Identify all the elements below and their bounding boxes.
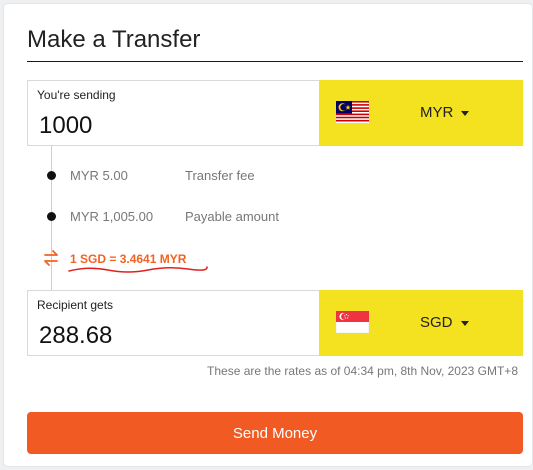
receive-caret-down-icon	[461, 321, 469, 326]
singapore-flag-icon	[336, 311, 369, 333]
send-currency-selector[interactable]: MYR	[319, 80, 523, 146]
page-title: Make a Transfer	[27, 26, 201, 53]
receive-currency-code: SGD	[420, 314, 453, 331]
payable-dot-icon	[47, 212, 56, 221]
payable-amount: MYR 1,005.00	[70, 209, 154, 224]
send-amount-input[interactable]: 1000	[39, 112, 92, 140]
send-currency-code: MYR	[420, 104, 454, 121]
rates-timestamp-note: These are the rates as of 04:34 pm, 8th …	[207, 364, 518, 378]
receive-currency-selector[interactable]: SGD	[319, 290, 523, 356]
malaysia-flag-icon	[336, 101, 369, 123]
exchange-arrows-icon	[44, 250, 58, 266]
fee-dot-icon	[47, 171, 56, 180]
receive-amount-input[interactable]: 288.68	[39, 322, 112, 350]
fee-label: Transfer fee	[185, 168, 255, 183]
send-amount-label: You're sending	[37, 88, 116, 102]
send-amount-box: You're sending 1000 MYR	[27, 80, 523, 146]
receive-amount-box: Recipient gets 288.68 SGD	[27, 290, 523, 356]
payable-label: Payable amount	[185, 209, 279, 224]
title-divider	[27, 61, 523, 62]
send-caret-down-icon	[461, 111, 469, 116]
fee-amount: MYR 5.00	[70, 168, 128, 183]
receive-amount-label: Recipient gets	[37, 298, 114, 312]
transfer-card: Make a Transfer You're sending 1000 MYR	[4, 4, 532, 466]
exchange-rate: 1 SGD = 3.4641 MYR	[70, 252, 187, 266]
send-money-button[interactable]: Send Money	[27, 412, 523, 454]
rate-underline	[68, 266, 208, 273]
